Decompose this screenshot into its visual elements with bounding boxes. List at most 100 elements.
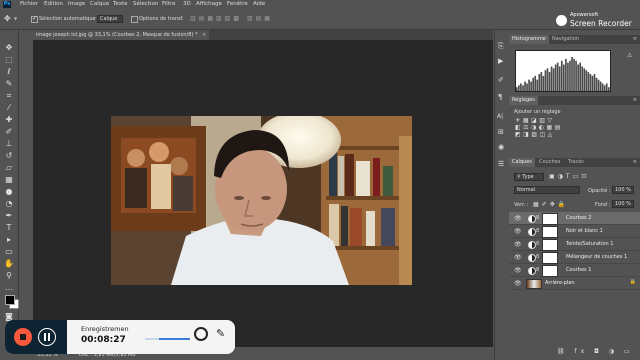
photoshop-logo-icon[interactable]: Ps — [3, 1, 11, 8]
menu-edition[interactable]: Edition — [44, 1, 63, 7]
document-tab[interactable]: image joseph lol.jpg @ 33,1% (Courbes 2,… — [33, 30, 210, 40]
menu-calque[interactable]: Calque — [90, 1, 109, 7]
layer-row[interactable]: 👁 Arrière-plan 🔒 — [509, 277, 640, 290]
layer-mask-thumbnail[interactable] — [542, 213, 558, 225]
swatches-icon[interactable]: ⊞ — [498, 128, 504, 136]
volume-slider[interactable] — [145, 338, 190, 340]
healing-tool-icon[interactable]: ✚ — [2, 114, 16, 125]
document-tab-bar: image joseph lol.jpg @ 33,1% (Courbes 2,… — [33, 30, 493, 40]
layer-mask-thumbnail[interactable] — [542, 252, 558, 264]
layer-row[interactable]: 👁 8 Noir et blanc 1 — [509, 225, 640, 238]
histogram-graph — [516, 57, 610, 91]
layer-row[interactable]: 👁 8 Courbes 2 — [509, 212, 640, 225]
path-select-icon[interactable]: ▸ — [2, 234, 16, 245]
auto-select-dropdown[interactable]: Calque — [97, 15, 123, 23]
move-tool-icon[interactable]: ✥ — [2, 42, 16, 53]
watermark-line2: Screen Recorder — [570, 19, 632, 28]
layer-filter-dropdown[interactable]: ⚲ Type — [514, 173, 544, 181]
more-tools-icon[interactable]: … — [2, 282, 16, 293]
eraser-tool-icon[interactable]: ▱ — [2, 162, 16, 173]
type-tool-icon[interactable]: T — [2, 222, 16, 233]
stop-recording-button[interactable] — [14, 328, 32, 346]
quick-select-tool-icon[interactable]: ✎ — [2, 78, 16, 89]
layer-filter-icons[interactable]: ▣◑T▭⊡ — [549, 173, 589, 180]
tab-channels[interactable]: Couches — [536, 158, 563, 167]
eye-icon[interactable]: 👁 — [514, 215, 522, 222]
marquee-tool-icon[interactable]: ⬚ — [2, 54, 16, 65]
pen-tool-icon[interactable]: ✒ — [2, 210, 16, 221]
brush-preset-icon[interactable]: ✐ — [498, 76, 504, 84]
close-icon[interactable]: × — [202, 32, 206, 38]
lock-icon[interactable]: 🔒 — [630, 279, 636, 285]
tab-adjustments[interactable]: Réglages — [509, 96, 538, 105]
eye-icon[interactable]: 👁 — [514, 280, 522, 287]
dodge-tool-icon[interactable]: ◔ — [2, 198, 16, 209]
eye-icon[interactable]: 👁 — [514, 254, 522, 261]
pen-icon[interactable]: ✎ — [216, 327, 225, 340]
layers-footer-icons[interactable]: ⛓ fx ◘ ◑ ▭ ⊕ 🗑 — [557, 348, 640, 355]
brush-tool-icon[interactable]: ✐ — [2, 126, 16, 137]
3d-icon[interactable]: ◉ — [498, 143, 504, 151]
character-icon[interactable]: A| — [497, 113, 503, 120]
history-brush-icon[interactable]: ↺ — [2, 150, 16, 161]
menu-3d[interactable]: 3D — [183, 1, 191, 7]
menu-image[interactable]: Image — [68, 1, 85, 7]
actions-icon[interactable]: ▶ — [498, 57, 503, 65]
panel-menu-icon[interactable]: ≡ — [633, 159, 637, 165]
menu-aide[interactable]: Aide — [253, 1, 265, 7]
blend-mode-dropdown[interactable]: Normal — [514, 186, 580, 194]
tab-layers[interactable]: Calques — [509, 158, 535, 167]
tab-histogram[interactable]: Histogramme — [509, 35, 549, 44]
paragraph-icon[interactable]: ¶ — [498, 93, 502, 101]
blur-tool-icon[interactable]: ● — [2, 186, 16, 197]
menu-fichier[interactable]: Fichier — [20, 1, 38, 7]
crop-tool-icon[interactable]: ⌗ — [2, 90, 16, 101]
history-icon[interactable]: ⎘ — [498, 42, 504, 51]
auto-select-checkbox[interactable] — [31, 15, 38, 23]
tab-navigation[interactable]: Navigation — [549, 35, 582, 44]
menu-affichage[interactable]: Affichage — [196, 1, 222, 7]
eye-icon[interactable]: 👁 — [514, 228, 522, 235]
move-tool-icon[interactable]: ✥ — [4, 14, 11, 23]
background-layer-thumbnail[interactable] — [526, 279, 542, 289]
menu-texte[interactable]: Texte — [113, 1, 128, 7]
zoom-tool-icon[interactable]: ⚲ — [2, 270, 16, 281]
pause-button[interactable] — [38, 328, 56, 346]
panel-menu-icon[interactable]: ≡ — [633, 97, 637, 103]
foreground-color-swatch[interactable] — [5, 295, 15, 305]
layer-row[interactable]: 👁 8 Teinte/Saturation 1 — [509, 238, 640, 251]
layer-mask-thumbnail[interactable] — [542, 265, 558, 277]
tab-paths[interactable]: Tracés — [565, 158, 587, 167]
eyedropper-tool-icon[interactable]: ⁄ — [2, 102, 16, 113]
menu-filtre[interactable]: Filtre — [162, 1, 176, 7]
hand-tool-icon[interactable]: ✋ — [2, 258, 16, 269]
layer-row[interactable]: 👁 8 Courbes 1 — [509, 264, 640, 277]
eye-icon[interactable]: 👁 — [514, 267, 522, 274]
properties-icon[interactable]: ☰ — [498, 160, 504, 168]
chevron-down-icon[interactable]: ▼ — [14, 16, 17, 21]
webcam-icon[interactable] — [194, 327, 208, 341]
fill-field[interactable]: 100 % — [612, 200, 634, 208]
eye-icon[interactable]: 👁 — [514, 241, 522, 248]
stamp-tool-icon[interactable]: ⊥ — [2, 138, 16, 149]
layer-row[interactable]: 👁 8 Mélangeur de couches 1 — [509, 251, 640, 264]
lock-icons[interactable]: ▦✐✥🔒 — [533, 201, 568, 208]
options-bar: ✥ ▼ Sélection automatique : Calque Optio… — [0, 10, 640, 30]
adjustment-icons[interactable]: ☀▦◪▥▽ ◧⚖◑◐▦▤ ◩◨▨◫◬ — [515, 117, 563, 138]
gradient-tool-icon[interactable]: ▦ — [2, 174, 16, 185]
canvas-image[interactable] — [111, 116, 412, 285]
lasso-tool-icon[interactable]: ℓ — [2, 66, 16, 77]
layer-name: Noir et blanc 1 — [566, 228, 603, 234]
layer-mask-thumbnail[interactable] — [542, 239, 558, 251]
opacity-field[interactable]: 100 % — [612, 186, 634, 194]
panel-menu-icon[interactable]: ≡ — [633, 36, 637, 42]
menu-fenetre[interactable]: Fenêtre — [227, 1, 248, 7]
menu-selection[interactable]: Sélection — [133, 1, 158, 7]
shape-tool-icon[interactable]: ▭ — [2, 246, 16, 257]
layers-panel-header: Calques Couches Tracés ≡ — [509, 158, 640, 167]
histogram-bar — [518, 85, 520, 91]
histogram-warning-icon[interactable]: ⚠ — [627, 52, 632, 59]
transform-checkbox[interactable] — [131, 16, 138, 23]
align-icons[interactable]: ▥▤▦▧▨▩ ▥▤▦ — [190, 15, 273, 22]
layer-mask-thumbnail[interactable] — [542, 226, 558, 238]
